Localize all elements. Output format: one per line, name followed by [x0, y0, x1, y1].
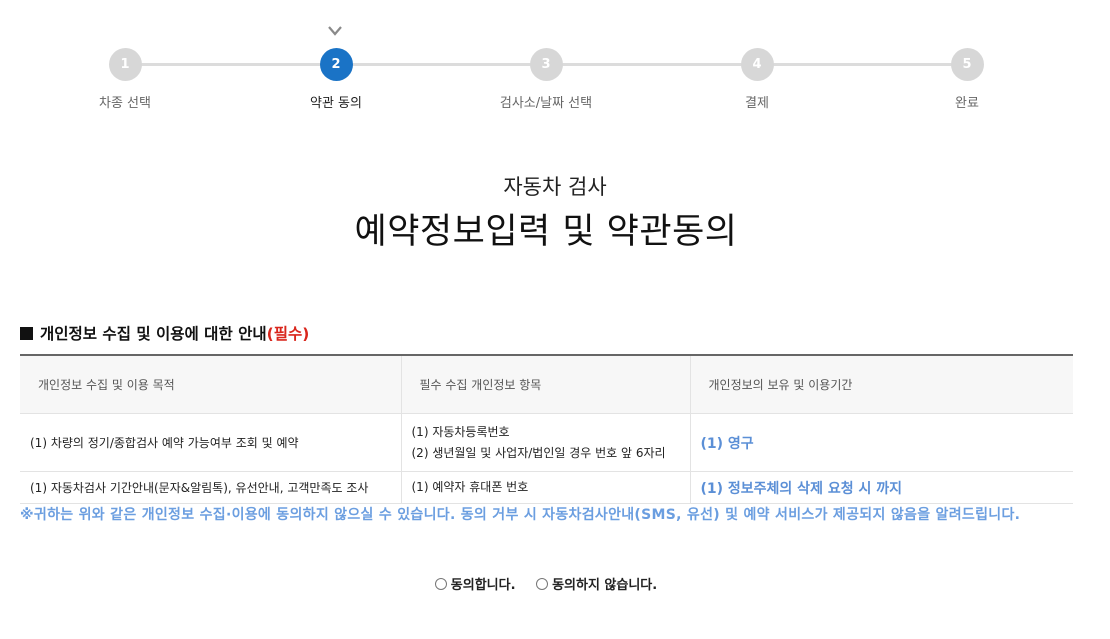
step-number: 3: [529, 48, 563, 81]
item-line: (1) 예약자 휴대폰 번호: [411, 480, 529, 494]
step-label: 결제: [745, 96, 769, 111]
purpose-cell: (1) 자동차검사 기간안내(문자&알림톡), 유선안내, 고객만족도 조사: [20, 471, 401, 504]
period-cell: (1) 영구: [689, 413, 1073, 472]
section-heading-text: 개인정보 수집 및 이용에 대한 안내: [40, 325, 267, 343]
disagree-radio[interactable]: [536, 578, 549, 590]
step-number: 1: [108, 48, 142, 81]
step-label: 검사소/날짜 선택: [499, 96, 593, 111]
item-line: (2) 생년월일 및 사업자/법인일 경우 번호 앞 6자리: [411, 445, 666, 460]
page-title: 예약정보입력 및 약관동의: [354, 212, 738, 252]
page-subtitle: 자동차 검사: [503, 175, 607, 199]
step-number: 2: [319, 48, 353, 81]
agree-option[interactable]: 동의합니다.: [434, 574, 516, 593]
step-4: 4 결제: [687, 48, 827, 111]
disagree-label: 동의하지 않습니다.: [552, 578, 658, 593]
agree-radio[interactable]: [434, 578, 447, 590]
section-heading: 개인정보 수집 및 이용에 대한 안내(필수): [20, 322, 309, 344]
purpose-cell: (1) 차량의 정기/종합검사 예약 가능여부 조회 및 예약: [20, 413, 401, 472]
period-cell: (1) 정보주체의 삭제 요청 시 까지: [689, 471, 1073, 504]
consent-radio-group: 동의합니다. 동의하지 않습니다.: [0, 574, 1092, 593]
consent-notice: ※귀하는 위와 같은 개인정보 수집·이용에 동의하지 않으실 수 있습니다. …: [20, 507, 1021, 523]
square-bullet-icon: [20, 327, 33, 340]
table-row: (1) 자동차검사 기간안내(문자&알림톡), 유선안내, 고객만족도 조사 (…: [20, 471, 1073, 504]
disagree-option[interactable]: 동의하지 않습니다.: [536, 574, 657, 593]
table-row: (1) 차량의 정기/종합검사 예약 가능여부 조회 및 예약 (1) 자동차등…: [20, 413, 1073, 472]
checkmark-icon: [328, 26, 342, 36]
items-cell: (1) 예약자 휴대폰 번호: [400, 471, 690, 504]
progress-stepper: 1 차종 선택 2 약관 동의 3 검사소/날짜 선택 4 결제 5 완료: [0, 0, 1110, 120]
column-header: 개인정보 수집 및 이용 목적: [20, 354, 401, 414]
step-number: 4: [740, 48, 774, 81]
column-header: 필수 수집 개인정보 항목: [400, 354, 690, 414]
step-label: 완료: [955, 96, 979, 111]
step-2-active: 2 약관 동의: [266, 48, 406, 111]
step-3: 3 검사소/날짜 선택: [476, 48, 616, 111]
step-1: 1 차종 선택: [55, 48, 195, 111]
step-label: 차종 선택: [99, 96, 151, 111]
step-label: 약관 동의: [310, 96, 362, 111]
required-mark: (필수): [266, 325, 310, 343]
item-line: (1) 자동차등록번호: [411, 424, 510, 439]
column-header: 개인정보의 보유 및 이용기간: [689, 354, 1073, 414]
step-number: 5: [950, 48, 984, 81]
privacy-info-table: 개인정보 수집 및 이용 목적 필수 수집 개인정보 항목 개인정보의 보유 및…: [20, 354, 1073, 504]
step-5: 5 완료: [897, 48, 1037, 111]
items-cell: (1) 자동차등록번호 (2) 생년월일 및 사업자/법인일 경우 번호 앞 6…: [400, 413, 690, 472]
table-header-row: 개인정보 수집 및 이용 목적 필수 수집 개인정보 항목 개인정보의 보유 및…: [20, 354, 1073, 414]
agree-label: 동의합니다.: [450, 578, 516, 593]
